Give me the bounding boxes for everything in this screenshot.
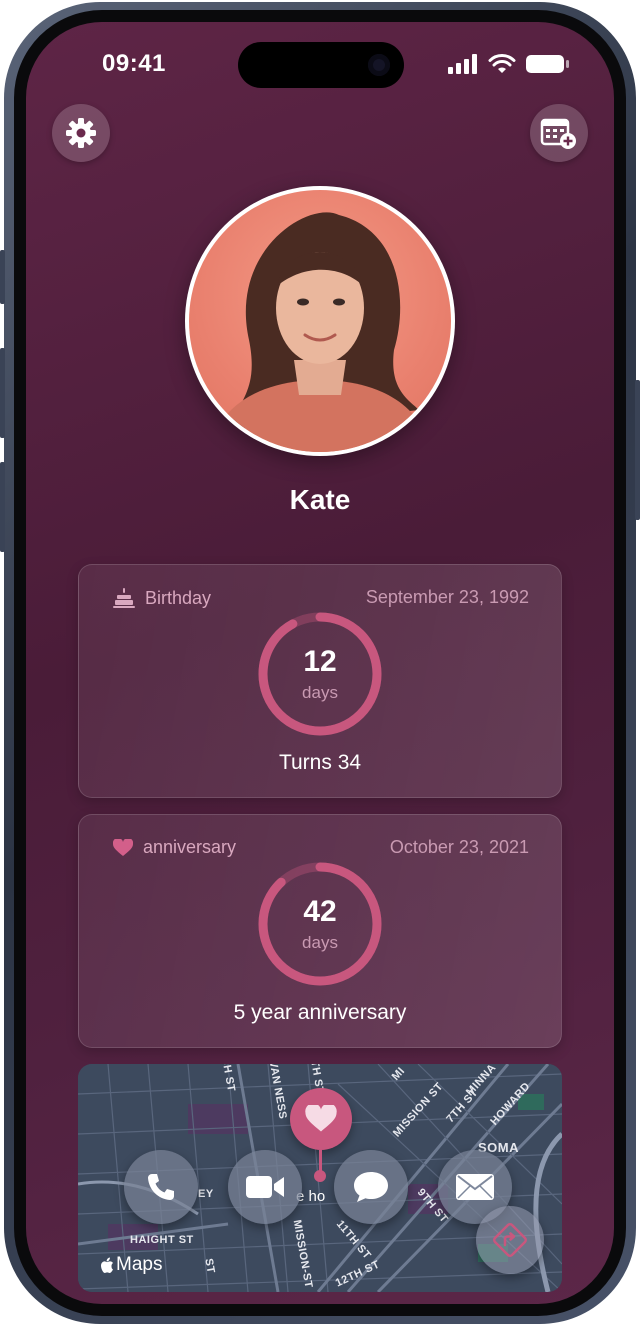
contact-name: Kate xyxy=(289,484,351,515)
status-icons xyxy=(448,54,570,74)
birthday-card[interactable]: Birthday September 23, 1992 12 days Turn… xyxy=(78,564,562,798)
maps-brand: Maps xyxy=(116,1254,163,1275)
side-button xyxy=(0,250,5,304)
apple-logo-icon xyxy=(101,1257,113,1273)
anniversary-card[interactable]: anniversary October 23, 2021 42 days 5 y… xyxy=(78,814,562,1048)
profile-photo[interactable] xyxy=(185,186,455,456)
screen: 09:41 Kate Birthday September 23, 1992 1… xyxy=(26,22,614,1304)
battery-icon xyxy=(526,55,569,73)
event-label-text: Birthday xyxy=(145,587,212,608)
avatar xyxy=(189,190,451,452)
video-camera-icon xyxy=(246,1176,284,1198)
street-label: ST xyxy=(202,1257,217,1275)
home-pin[interactable] xyxy=(290,1088,352,1150)
add-event-button[interactable] xyxy=(530,104,588,162)
pin-dot xyxy=(314,1170,326,1182)
power-button xyxy=(635,380,640,520)
volume-up-button xyxy=(0,348,5,438)
portrait-illustration xyxy=(209,212,431,452)
message-button[interactable] xyxy=(334,1150,408,1224)
pin-stem xyxy=(319,1150,322,1172)
directions-icon xyxy=(493,1223,527,1257)
calendar-add-icon xyxy=(540,118,576,149)
directions-button[interactable] xyxy=(476,1206,544,1274)
street-label: HAIGHT ST xyxy=(130,1234,194,1246)
message-bubble-icon xyxy=(354,1172,388,1202)
street-label: EY xyxy=(198,1188,214,1200)
settings-button[interactable] xyxy=(52,104,110,162)
days-unit: days xyxy=(302,683,338,702)
event-label: anniversary xyxy=(113,837,236,858)
heart-icon xyxy=(113,838,133,856)
heart-icon xyxy=(305,1105,337,1132)
call-button[interactable] xyxy=(124,1150,198,1224)
video-call-button[interactable] xyxy=(228,1150,302,1224)
map-card[interactable]: GH ST VAN NESS 6TH ST MISSION ST 7TH ST … xyxy=(78,1064,562,1292)
event-date: September 23, 1992 xyxy=(365,587,529,607)
gear-icon xyxy=(66,118,96,148)
phone-icon xyxy=(148,1174,174,1200)
event-date: October 23, 2021 xyxy=(389,837,529,857)
wifi-icon xyxy=(488,54,516,73)
envelope-icon xyxy=(456,1174,494,1200)
event-caption: Turns 34 xyxy=(278,751,362,774)
cake-icon xyxy=(113,588,135,608)
maps-attribution: Maps xyxy=(100,1254,162,1276)
event-label-text: anniversary xyxy=(143,837,237,857)
status-time: 09:41 xyxy=(102,50,166,77)
signal-icon xyxy=(448,54,477,74)
days-count: 12 xyxy=(303,645,337,678)
days-unit: days xyxy=(302,933,338,952)
dynamic-island xyxy=(238,42,404,88)
days-count: 42 xyxy=(303,895,337,928)
event-caption: 5 year anniversary xyxy=(233,1001,407,1024)
volume-down-button xyxy=(0,462,5,552)
event-label: Birthday xyxy=(113,587,211,609)
